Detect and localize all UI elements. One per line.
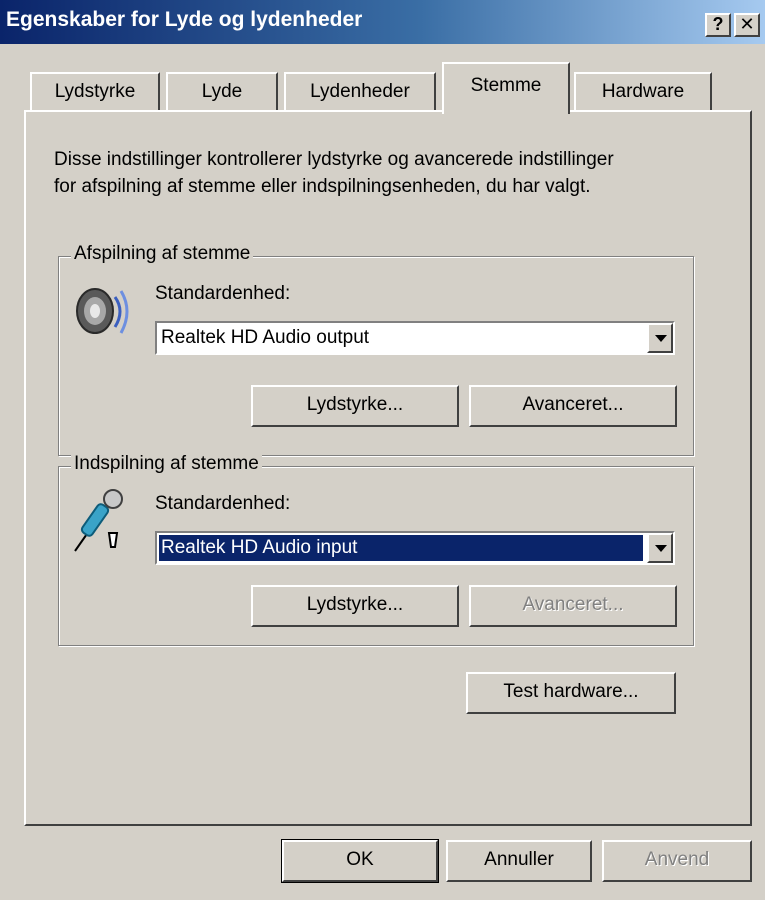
close-icon: ✕ xyxy=(739,14,755,34)
recording-volume-button[interactable]: Lydstyrke... xyxy=(251,585,459,627)
cancel-button[interactable]: Annuller xyxy=(446,840,592,882)
recording-advanced-button[interactable]: Avanceret... xyxy=(469,585,677,627)
tab-lydenheder[interactable]: Lydenheder xyxy=(284,72,436,112)
recording-group: Indspilning af stemme Standardenhed: Rea… xyxy=(58,453,694,646)
playback-dropdown-arrow-icon[interactable] xyxy=(647,323,673,353)
playback-advanced-button[interactable]: Avanceret... xyxy=(469,385,677,427)
tab-lydstyrke[interactable]: Lydstyrke xyxy=(30,72,160,112)
playback-group: Afspilning af stemme Standardenhed: Real… xyxy=(58,243,694,456)
recording-device-label: Standardenhed: xyxy=(155,493,291,514)
ok-button[interactable]: OK xyxy=(281,839,439,883)
tab-hardware[interactable]: Hardware xyxy=(574,72,712,112)
playback-group-legend: Afspilning af stemme xyxy=(71,243,254,265)
tab-stemme[interactable]: Stemme xyxy=(442,62,570,114)
playback-device-select[interactable]: Realtek HD Audio output xyxy=(155,321,675,355)
playback-device-value: Realtek HD Audio output xyxy=(161,327,370,348)
description-line-1: Disse indstillinger kontrollerer lydstyr… xyxy=(54,149,614,170)
title-bar[interactable]: Egenskaber for Lyde og lydenheder ? ✕ xyxy=(0,0,765,44)
speaker-icon xyxy=(76,288,129,334)
apply-button[interactable]: Anvend xyxy=(602,840,752,882)
help-button[interactable]: ? xyxy=(705,13,731,37)
window-title: Egenskaber for Lyde og lydenheder xyxy=(6,8,363,31)
help-icon: ? xyxy=(712,14,724,34)
recording-dropdown-arrow-icon[interactable] xyxy=(647,533,673,563)
close-button[interactable]: ✕ xyxy=(734,13,760,37)
recording-group-legend: Indspilning af stemme xyxy=(71,453,262,475)
description-line-2: for afspilning af stemme eller indspilni… xyxy=(54,176,591,197)
recording-device-value: Realtek HD Audio input xyxy=(159,535,643,561)
playback-volume-button[interactable]: Lydstyrke... xyxy=(251,385,459,427)
description-text: Disse indstillinger kontrollerer lydstyr… xyxy=(54,146,734,200)
playback-device-label: Standardenhed: xyxy=(155,283,291,304)
microphone-icon xyxy=(74,489,123,552)
recording-device-select[interactable]: Realtek HD Audio input xyxy=(155,531,675,565)
tab-lyde[interactable]: Lyde xyxy=(166,72,278,112)
